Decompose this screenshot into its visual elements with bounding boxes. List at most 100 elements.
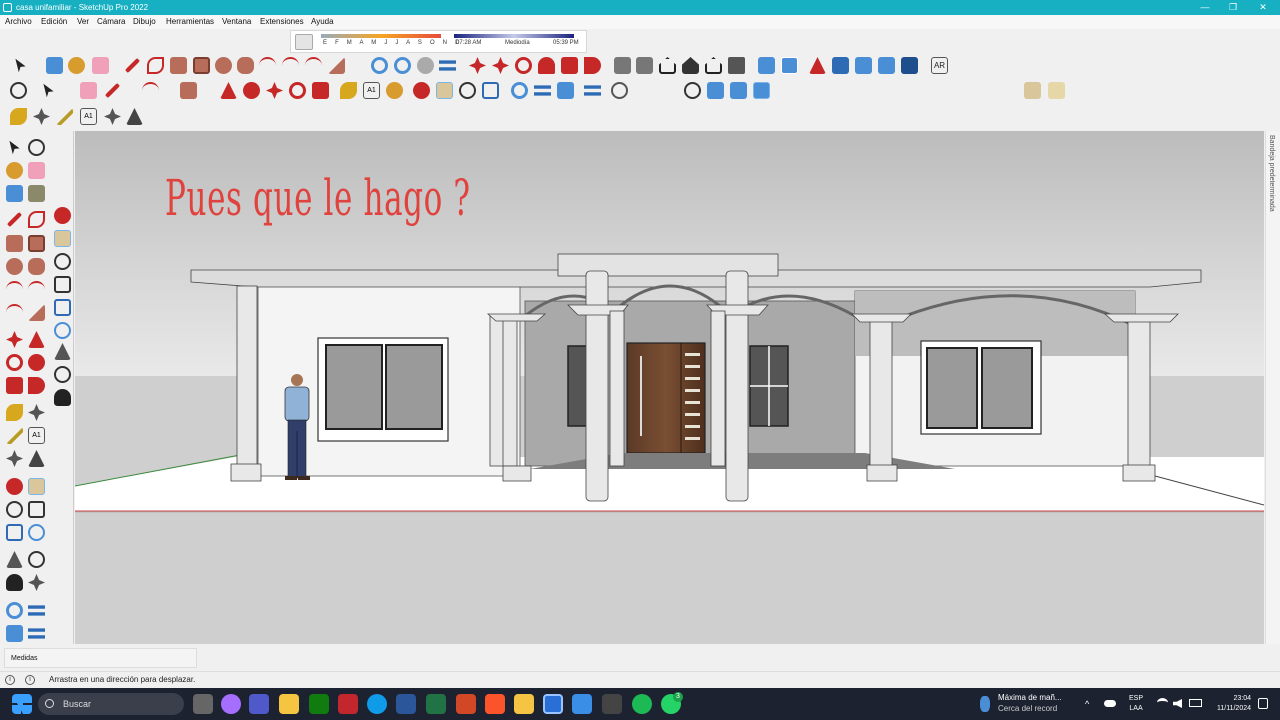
geo-icon[interactable]: i [5,675,15,685]
axes-tool-icon[interactable] [104,108,121,125]
zoom-extents-icon[interactable] [482,82,499,99]
tape-measure-icon[interactable] [6,404,23,421]
house-filled-icon[interactable] [682,57,699,74]
notifications-icon[interactable] [1258,698,1268,709]
position-camera-icon[interactable] [6,551,23,568]
orbit-icon[interactable] [6,478,23,495]
tag-icon[interactable] [28,185,45,202]
position-camera-icon[interactable] [684,82,701,99]
drape-icon[interactable] [878,57,895,74]
volume-icon[interactable] [1173,699,1182,708]
spotify-icon[interactable] [632,694,652,714]
three-point-arc-icon[interactable] [6,304,23,321]
move-tool-icon[interactable] [266,82,283,99]
previous-view-icon[interactable] [54,322,71,339]
component-icon[interactable] [46,57,63,74]
default-tray[interactable]: Bandeja predeterminada [1265,131,1280,644]
offset-icon[interactable] [371,57,388,74]
menu-archivo[interactable]: Archivo [5,15,32,29]
walk-icon[interactable] [54,389,71,406]
teams-icon[interactable] [249,694,269,714]
arc-icon[interactable] [6,281,23,298]
zoom-extents-icon[interactable] [54,299,71,316]
dimension-icon[interactable] [28,404,45,421]
scale-icon[interactable] [561,57,578,74]
two-point-arc-icon[interactable] [28,281,45,298]
outer-shell-icon[interactable] [417,57,434,74]
select-tool-icon[interactable] [43,83,54,98]
follow-me-tool-icon[interactable] [243,82,260,99]
store-icon[interactable] [279,694,299,714]
ar-icon[interactable]: AR [931,57,948,74]
eraser-icon[interactable] [28,162,45,179]
line-icon[interactable] [124,57,141,74]
grid-icon[interactable] [781,57,798,74]
protractor-icon[interactable] [56,108,73,125]
cloud-icon[interactable] [1104,700,1116,707]
time-slider[interactable] [454,34,574,38]
rotated-rectangle-icon[interactable] [193,57,210,74]
eraser-tool-icon[interactable] [80,82,97,99]
previous-icon[interactable] [28,524,45,541]
text-icon[interactable]: A1 [28,427,45,444]
offset-icon[interactable] [28,377,45,394]
pan-icon[interactable] [54,230,71,247]
push-pull-icon[interactable] [492,57,509,74]
pencil-icon[interactable] [104,82,121,99]
zoom-extents-icon[interactable] [6,524,23,541]
intersect-icon[interactable] [439,60,456,71]
protractor-icon[interactable] [6,427,23,444]
pan-icon[interactable] [28,478,45,495]
select-icon[interactable] [15,58,26,73]
user-icon[interactable] [611,82,628,99]
task-view-icon[interactable] [193,694,213,714]
flip-edge-icon[interactable] [901,57,918,74]
three-point-arc-icon[interactable] [305,57,322,74]
warehouse-icon[interactable] [728,57,745,74]
move-icon[interactable] [469,57,486,74]
house-outline-icon[interactable] [705,57,722,74]
style-builder-icon[interactable] [602,694,622,714]
rotate-icon[interactable] [515,57,532,74]
door-icon[interactable] [636,57,653,74]
file-explorer-icon[interactable] [514,694,534,714]
zoom-tool-icon[interactable] [459,82,476,99]
follow-me-icon[interactable] [394,57,411,74]
menu-ver[interactable]: Ver [77,15,89,29]
menu-ventana[interactable]: Ventana [222,15,251,29]
scale-icon[interactable] [6,377,23,394]
home-icon[interactable] [659,57,676,74]
circle-icon[interactable] [215,57,232,74]
zoom-window-icon[interactable] [54,276,71,293]
access-icon[interactable] [338,694,358,714]
start-icon[interactable] [12,694,32,714]
select-icon[interactable] [9,140,20,155]
excel-icon[interactable] [426,694,446,714]
powerpoint-icon[interactable] [456,694,476,714]
layers-icon[interactable] [557,82,574,99]
sketchup-taskbar-icon[interactable] [543,694,563,714]
model-viewport[interactable]: Pues que le hago ? [75,131,1264,644]
close-icon[interactable]: ✕ [1248,0,1278,15]
freehand-icon[interactable] [28,211,45,228]
date-slider[interactable] [321,34,441,38]
polygon-icon[interactable] [28,258,45,275]
rectangle-icon[interactable] [170,57,187,74]
orbit-icon[interactable] [54,207,71,224]
lasso-icon[interactable] [28,139,45,156]
line-icon[interactable] [6,211,23,228]
axes-icon[interactable] [6,450,23,467]
menu-edicion[interactable]: Edición [41,15,67,29]
scale-tool-icon[interactable] [312,82,329,99]
wifi-icon[interactable] [1157,698,1168,707]
push-pull-icon[interactable] [28,331,45,348]
polygon-icon[interactable] [237,57,254,74]
stamp-icon[interactable] [855,57,872,74]
section-plane-icon[interactable] [28,574,45,591]
push-pull-tool-icon[interactable] [220,82,237,99]
copilot-icon[interactable] [221,694,241,714]
weather-widget[interactable]: Máxima de mañ... Cerca del record [998,692,1062,714]
solid-tools-icon[interactable] [534,85,551,96]
edge-icon[interactable] [367,694,387,714]
axes-icon[interactable] [33,108,50,125]
